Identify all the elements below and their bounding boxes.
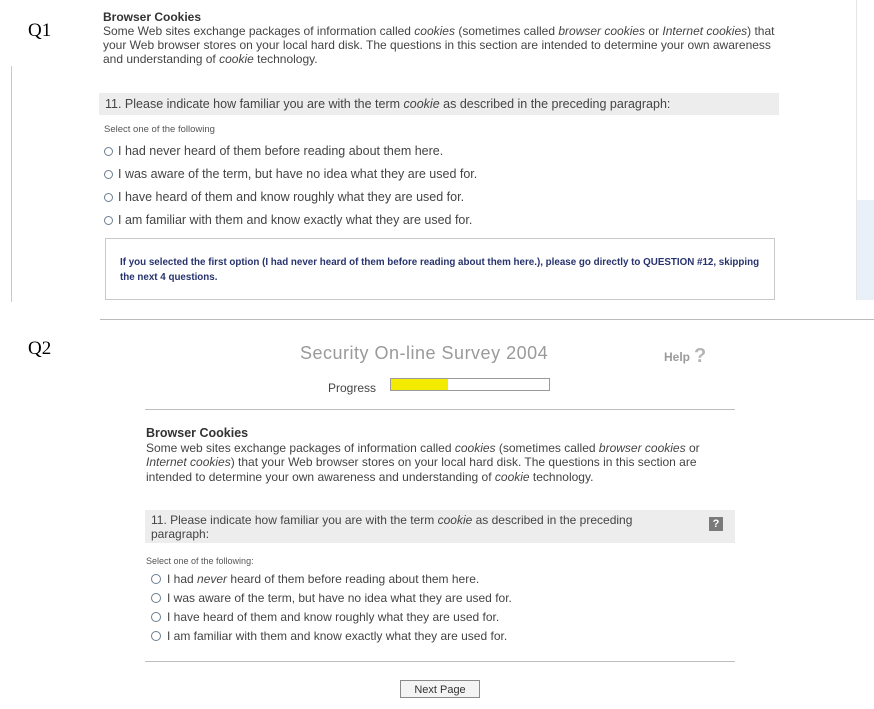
- q1-left-border: [11, 66, 12, 302]
- label-q1: Q1: [28, 20, 52, 41]
- help-question-icon[interactable]: ?: [694, 345, 706, 368]
- help-link[interactable]: Help?: [664, 345, 706, 368]
- q1-option-4[interactable]: I am familiar with them and know exactly…: [104, 213, 472, 227]
- q1-scrollbar[interactable]: [857, 200, 874, 300]
- q2-option-2[interactable]: I was aware of the term, but have no ide…: [151, 591, 512, 605]
- q2-intro-text: Some web sites exchange packages of info…: [146, 440, 700, 484]
- survey-title: Security On-line Survey 2004: [300, 343, 549, 363]
- progress-fill: [391, 379, 448, 390]
- radio-button[interactable]: [104, 192, 113, 202]
- panel-divider: [100, 319, 874, 320]
- radio-button[interactable]: [151, 593, 161, 603]
- q2-cookies-intro: Browser Cookies Some web sites exchange …: [146, 426, 736, 484]
- radio-button[interactable]: [104, 215, 113, 225]
- radio-button[interactable]: [104, 146, 113, 156]
- q1-select-prompt: Select one of the following: [104, 124, 215, 135]
- q2-option-4[interactable]: I am familiar with them and know exactly…: [151, 629, 507, 643]
- q1-option-1[interactable]: I had never heard of them before reading…: [104, 144, 443, 158]
- q1-option-2[interactable]: I was aware of the term, but have no ide…: [104, 167, 477, 181]
- q2-option-1[interactable]: I had never heard of them before reading…: [151, 572, 479, 586]
- progress-bar: [390, 378, 550, 391]
- q1-question: 11. Please indicate how familiar you are…: [99, 93, 779, 115]
- q2-question: 11. Please indicate how familiar you are…: [145, 510, 735, 543]
- q1-skip-note: If you selected the first option (I had …: [105, 238, 775, 300]
- q2-option-3[interactable]: I have heard of them and know roughly wh…: [151, 610, 499, 624]
- label-q2: Q2: [28, 338, 52, 359]
- radio-button[interactable]: [151, 612, 161, 622]
- q1-cookies-intro: Browser Cookies Some Web sites exchange …: [103, 10, 793, 66]
- progress-label: Progress: [328, 381, 377, 395]
- divider-top: [145, 409, 735, 410]
- q1-intro-text: Some Web sites exchange packages of info…: [103, 24, 775, 66]
- q2-select-prompt: Select one of the following:: [146, 556, 254, 566]
- radio-button[interactable]: [151, 631, 161, 641]
- radio-button[interactable]: [104, 169, 113, 179]
- question-help-icon[interactable]: ?: [709, 517, 723, 531]
- q2-section-title: Browser Cookies: [146, 426, 249, 440]
- q1-option-3[interactable]: I have heard of them and know roughly wh…: [104, 190, 464, 204]
- q1-section-title: Browser Cookies: [103, 10, 202, 24]
- next-page-button[interactable]: Next Page: [400, 680, 480, 698]
- radio-button[interactable]: [151, 574, 161, 584]
- divider-bottom: [145, 661, 735, 662]
